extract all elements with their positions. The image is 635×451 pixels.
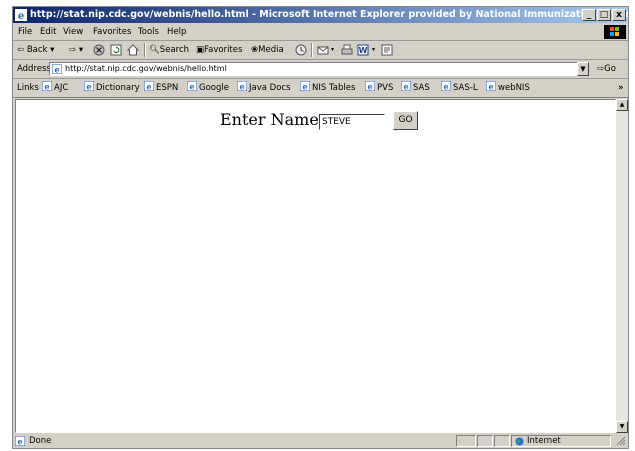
browser-window: e http://stat.nip.cdc.gov/webnis/hello.h…	[12, 6, 629, 449]
svg-text:e: e	[44, 82, 49, 92]
address-dropdown-icon[interactable]: ▼	[577, 62, 589, 76]
home-icon[interactable]	[127, 44, 139, 56]
edit-dropdown-icon[interactable]: ▾	[372, 41, 375, 59]
link-google[interactable]: e Google	[187, 79, 229, 97]
link-espn[interactable]: e ESPN	[144, 79, 178, 97]
svg-text:e: e	[239, 82, 244, 92]
scroll-down-icon[interactable]: ▼	[616, 421, 628, 433]
links-more-chevron-icon[interactable]: »	[618, 79, 624, 97]
svg-text:e: e	[443, 82, 448, 92]
go-submit-button[interactable]: GO	[393, 111, 418, 130]
menu-bar: File Edit View Favorites Tools Help	[13, 24, 628, 41]
menu-help[interactable]: Help	[167, 24, 186, 40]
link-nis-tables[interactable]: e NIS Tables	[300, 79, 355, 97]
menu-edit[interactable]: Edit	[40, 24, 56, 40]
svg-text:e: e	[189, 82, 194, 92]
svg-text:e: e	[86, 82, 91, 92]
svg-text:e: e	[18, 11, 24, 21]
link-sas-l[interactable]: e SAS-L	[441, 79, 478, 97]
page-icon: e	[52, 64, 62, 74]
media-button[interactable]: ❀Media	[251, 41, 284, 59]
link-webnis[interactable]: e webNIS	[486, 79, 530, 97]
address-label: Address	[17, 64, 51, 74]
discuss-icon[interactable]	[381, 44, 393, 56]
menu-view[interactable]: View	[63, 24, 83, 40]
maximize-button[interactable]: □	[597, 9, 611, 21]
svg-text:W: W	[359, 46, 368, 55]
link-pvs[interactable]: e PVS	[365, 79, 393, 97]
svg-text:e: e	[17, 437, 22, 447]
svg-text:e: e	[302, 82, 307, 92]
enter-name-label: Enter Name:	[220, 110, 325, 129]
name-form: Enter Name: STEVE GO	[220, 110, 418, 130]
address-bar: Address e http://stat.nip.cdc.gov/webnis…	[13, 60, 628, 79]
svg-text:e: e	[403, 82, 408, 92]
status-text: Done	[29, 436, 52, 446]
svg-text:e: e	[367, 82, 372, 92]
page-done-icon: e	[15, 436, 25, 446]
menu-favorites[interactable]: Favorites	[93, 24, 131, 40]
print-icon[interactable]	[341, 44, 353, 56]
standard-toolbar: ⇦ Back ▾ ⇨ ▾ 🔍︎Search ▣Favorites ❀Media …	[13, 41, 628, 60]
menu-file[interactable]: File	[18, 24, 32, 40]
menu-tools[interactable]: Tools	[138, 24, 159, 40]
mail-icon[interactable]	[317, 44, 329, 56]
back-button[interactable]: ⇦ Back ▾	[17, 41, 54, 59]
forward-button[interactable]: ⇨ ▾	[69, 41, 83, 59]
minimize-button[interactable]: _	[582, 9, 596, 21]
ie-logo-icon: e	[15, 9, 27, 21]
title-bar[interactable]: e http://stat.nip.cdc.gov/webnis/hello.h…	[13, 7, 628, 23]
address-url: http://stat.nip.cdc.gov/webnis/hello.htm…	[65, 64, 227, 73]
status-bar: e Done Internet	[13, 434, 628, 448]
history-icon[interactable]	[295, 44, 307, 56]
internet-globe-icon	[515, 437, 524, 446]
link-dictionary[interactable]: e Dictionary	[84, 79, 140, 97]
stop-icon[interactable]	[93, 44, 105, 56]
word-edit-icon[interactable]: W	[357, 44, 369, 56]
name-input[interactable]: STEVE	[319, 114, 385, 130]
refresh-icon[interactable]	[110, 44, 122, 56]
address-input[interactable]: e http://stat.nip.cdc.gov/webnis/hello.h…	[49, 62, 589, 76]
svg-text:e: e	[488, 82, 493, 92]
zone-label: Internet	[527, 436, 561, 446]
search-button[interactable]: 🔍︎Search	[149, 41, 189, 59]
link-ajc[interactable]: e AJC	[42, 79, 68, 97]
scroll-up-icon[interactable]: ▲	[616, 99, 628, 111]
resize-grip-icon[interactable]	[616, 436, 626, 446]
svg-text:e: e	[146, 82, 151, 92]
favorites-button[interactable]: ▣Favorites	[196, 41, 242, 59]
mail-dropdown-icon[interactable]: ▾	[331, 41, 334, 59]
window-title: http://stat.nip.cdc.gov/webnis/hello.htm…	[30, 9, 628, 20]
links-label: Links	[17, 83, 39, 93]
go-button[interactable]: ⇨Go	[597, 60, 616, 78]
page-content: Enter Name: STEVE GO	[15, 99, 616, 433]
links-bar: Links e AJC e Dictionary e ESPN e Google e Ja…	[13, 79, 628, 98]
close-button[interactable]: x	[612, 9, 626, 21]
link-sas[interactable]: e SAS	[401, 79, 430, 97]
link-java-docs[interactable]: e Java Docs	[237, 79, 291, 97]
windows-flag-icon	[604, 25, 626, 39]
vertical-scrollbar[interactable]: ▲ ▼	[616, 99, 628, 433]
svg-text:e: e	[54, 65, 59, 75]
